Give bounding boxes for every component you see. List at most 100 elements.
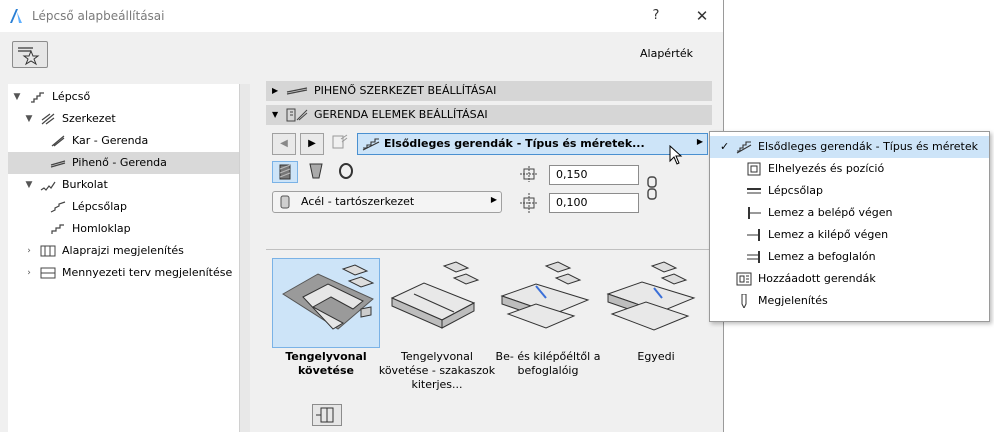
option-edge-to-boundary[interactable] xyxy=(496,258,604,348)
ceiling-plan-icon xyxy=(40,266,56,280)
follow-axis-illustration xyxy=(282,264,375,330)
menu-item-added-beams[interactable]: Hozzáadott gerendák xyxy=(710,268,989,290)
option-label: Egyedi xyxy=(637,350,675,363)
tree-item-cladding[interactable]: ▼ Burkolat xyxy=(8,174,239,196)
custom-illustration xyxy=(606,261,696,331)
edge-to-boundary-illustration xyxy=(500,261,590,329)
placement-icon xyxy=(746,162,762,176)
tree-item-label: Homloklap xyxy=(72,222,131,235)
settings-tree: ▼ Lépcső ▼ Szerkezet Kar - Gerenda Pihen… xyxy=(8,84,239,432)
page-settings-icon[interactable] xyxy=(328,133,352,155)
riser-icon xyxy=(50,222,66,236)
stair-settings-dialog: Lépcső alapbeállításai ? ✕ Alapérték ▼ L… xyxy=(0,0,724,432)
option-label: Tengelyvonal követése - szakaszok kiterj… xyxy=(378,350,496,391)
section-title: PIHENŐ SZERKEZET BEÁLLÍTÁSAI xyxy=(314,84,497,97)
primary-beam-icon xyxy=(736,140,752,154)
tree-item-label: Burkolat xyxy=(62,178,108,191)
tree-item-flight-beam[interactable]: Kar - Gerenda xyxy=(8,130,239,152)
option-follow-axis[interactable] xyxy=(272,258,380,348)
menu-item-label: Lemez a befoglalón xyxy=(768,250,876,263)
tree-item-structure[interactable]: ▼ Szerkezet xyxy=(8,108,239,130)
section-title: GERENDA ELEMEK BEÁLLÍTÁSAI xyxy=(314,108,488,121)
beam-offset-button[interactable] xyxy=(312,404,342,426)
beam-offset-icon xyxy=(316,407,334,423)
checkmark-icon: ✓ xyxy=(720,140,730,153)
landing-structure-section-header[interactable]: ▶ PIHENŐ SZERKEZET BEÁLLÍTÁSAI xyxy=(266,81,712,101)
follow-axis-extended-illustration xyxy=(390,261,480,329)
expand-arrow-icon: ▶ xyxy=(272,86,279,95)
close-button[interactable]: ✕ xyxy=(690,6,714,26)
favorites-button[interactable] xyxy=(12,41,48,68)
beam-height-field[interactable]: 0,100 xyxy=(549,193,639,213)
dialog-title: Lépcső alapbeállításai xyxy=(32,9,165,23)
menu-item-label: Lemez a kilépő végen xyxy=(768,228,889,241)
archicad-app-icon xyxy=(8,8,24,24)
default-label: Alapérték xyxy=(640,47,694,60)
tree-item-label: Kar - Gerenda xyxy=(72,134,149,147)
chevron-down-icon[interactable]: ▼ xyxy=(12,86,22,108)
landing-beam-icon xyxy=(50,156,66,170)
previous-button[interactable]: ◀ xyxy=(272,133,296,155)
beam-width-icon xyxy=(519,166,539,185)
next-button[interactable]: ▶ xyxy=(300,133,324,155)
mouse-cursor-icon xyxy=(669,144,683,168)
material-selector[interactable]: Acél - tartószerkezet ▶ xyxy=(272,191,502,213)
option-follow-axis-extended[interactable] xyxy=(384,258,492,348)
pen-display-icon xyxy=(736,293,752,310)
chevron-down-icon[interactable]: ▼ xyxy=(24,174,34,196)
tapered-profile-toggle[interactable] xyxy=(304,161,330,183)
tree-item-label: Pihenő - Gerenda xyxy=(72,156,167,169)
tree-item-label: Alaprajzi megjelenítés xyxy=(62,244,184,257)
menu-item-label: Lemez a belépő végen xyxy=(768,206,893,219)
tree-item-label: Lépcső xyxy=(52,90,91,103)
tree-item-label: Lépcsőlap xyxy=(72,200,127,213)
option-label: Be- és kilépőéltől a befoglalóig xyxy=(495,350,601,377)
stair-icon xyxy=(30,90,46,104)
option-custom[interactable] xyxy=(602,258,710,348)
tree-item-tread[interactable]: Lépcsőlap xyxy=(8,196,239,218)
rectangular-profile-toggle[interactable] xyxy=(272,161,298,183)
dropdown-arrow-icon: ▶ xyxy=(696,137,703,146)
tree-item-label: Mennyezeti terv megjelenítése xyxy=(62,266,233,279)
material-arrow-icon: ▶ xyxy=(490,195,497,204)
tree-item-riser[interactable]: Homloklap xyxy=(8,218,239,240)
tree-item-ceiling-plan-display[interactable]: › Mennyezeti terv megjelenítése xyxy=(8,262,239,284)
plate-boundary-icon xyxy=(746,250,762,264)
menu-item-plate-exit[interactable]: Lemez a kilépő végen xyxy=(710,224,989,246)
plate-exit-icon xyxy=(746,228,762,242)
menu-item-plate-boundary[interactable]: Lemez a befoglalón xyxy=(710,246,989,268)
menu-item-tread[interactable]: Lépcsőlap xyxy=(710,180,989,202)
tree-item-floor-plan-display[interactable]: › Alaprajzi megjelenítés xyxy=(8,240,239,262)
chevron-right-icon[interactable]: › xyxy=(24,240,34,262)
beam-elements-section-header[interactable]: ▼ GERENDA ELEMEK BEÁLLÍTÁSAI xyxy=(266,105,712,125)
tree-item-label: Szerkezet xyxy=(62,112,116,125)
chevron-down-icon[interactable]: ▼ xyxy=(24,108,34,130)
material-label: Acél - tartószerkezet xyxy=(301,195,415,208)
menu-item-label: Hozzáadott gerendák xyxy=(758,272,876,285)
menu-item-plate-entry[interactable]: Lemez a belépő végen xyxy=(710,202,989,224)
tree-item-stair[interactable]: ▼ Lépcső xyxy=(8,86,239,108)
tree-item-landing-beam[interactable]: Pihenő - Gerenda xyxy=(8,152,239,174)
material-swatch-icon xyxy=(278,195,294,212)
circular-profile-toggle[interactable] xyxy=(334,161,360,183)
menu-item-primary-beams[interactable]: ✓ Elsődleges gerendák - Típus és méretek xyxy=(710,136,989,158)
collapse-arrow-icon: ▼ xyxy=(272,110,279,119)
menu-item-display[interactable]: Megjelenítés xyxy=(710,290,989,312)
menu-item-label: Megjelenítés xyxy=(758,294,828,307)
menu-item-label: Elsődleges gerendák - Típus és méretek xyxy=(758,140,979,153)
chevron-right-icon[interactable]: › xyxy=(24,262,34,284)
landing-section-icon xyxy=(286,84,308,98)
floor-plan-icon xyxy=(40,244,56,258)
beam-width-field[interactable]: 0,150 xyxy=(549,165,639,185)
tree-scrollbar[interactable] xyxy=(239,84,250,432)
link-chain-icon[interactable] xyxy=(646,176,658,203)
help-button[interactable]: ? xyxy=(646,6,666,26)
beam-settings-menu: ✓ Elsődleges gerendák - Típus és méretek… xyxy=(709,131,990,322)
beam-section-icon xyxy=(286,108,308,122)
flight-beam-icon xyxy=(50,134,66,148)
primary-beam-icon xyxy=(362,137,380,154)
favorites-star-icon xyxy=(18,47,40,66)
beam-type-dropdown[interactable]: Elsődleges gerendák - Típus és méretek..… xyxy=(357,133,708,155)
structure-icon xyxy=(40,112,56,126)
menu-item-placement[interactable]: Elhelyezés és pozíció xyxy=(710,158,989,180)
